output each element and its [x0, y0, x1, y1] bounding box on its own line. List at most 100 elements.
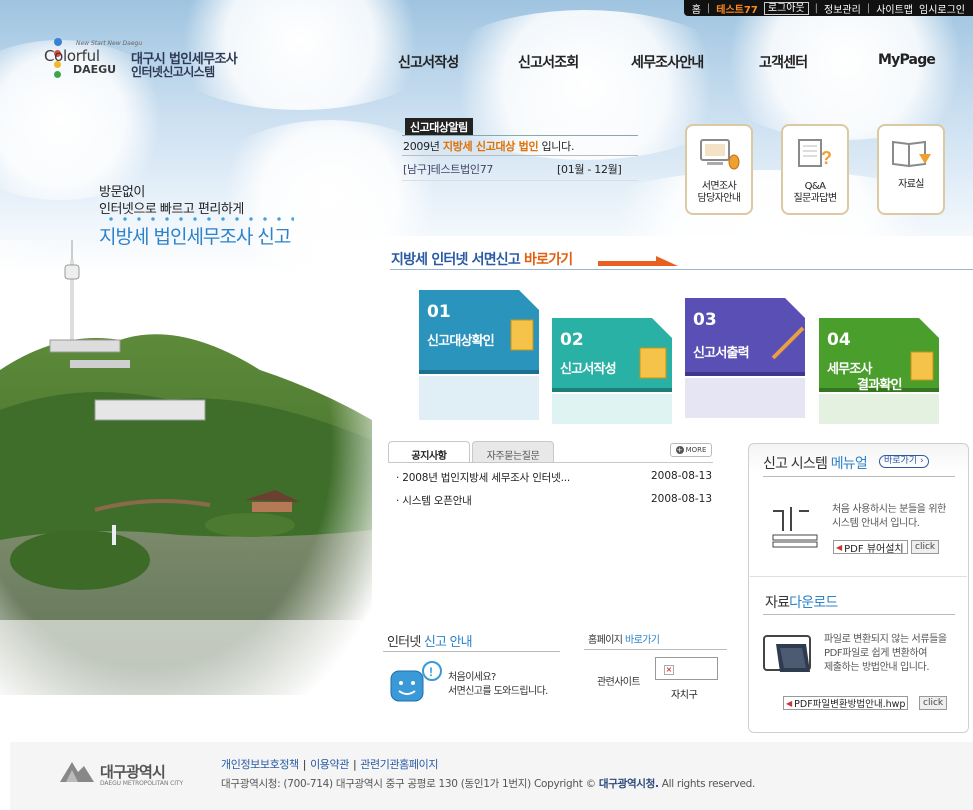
online-title-text: 지방세 인터넷 서면신고: [391, 252, 521, 268]
homepage-title-plain: 홈페이지: [588, 635, 623, 646]
quick-library-button[interactable]: 자료실: [877, 124, 945, 215]
smiley-help-icon[interactable]: !: [389, 661, 443, 703]
divider: [750, 576, 967, 577]
nav-item-lookup[interactable]: 신고서조회: [518, 52, 579, 72]
download-title: 자료다운로드: [765, 592, 838, 612]
download-text: 파일로 변환되지 않는 서류들을 PDF파일로 쉽게 변환하여 제출하는 방법안내 …: [824, 634, 947, 673]
divider: [388, 462, 713, 463]
logo-daegu: DAEGU: [73, 63, 117, 76]
quick-qna-button[interactable]: ? Q&A 질문과답변: [781, 124, 849, 215]
manual-title: 신고 시스템 메뉴얼: [763, 453, 868, 473]
triangle-left-icon: ◀: [786, 698, 793, 708]
step-4-button[interactable]: 04 세무조사 결과확인: [819, 318, 939, 430]
pdf-convert-guide-button[interactable]: ◀ PDF파일변환방법안내.hwp: [783, 696, 909, 710]
step-label: 결과확인: [857, 378, 902, 393]
related-sites-selected: 자치구: [671, 690, 698, 701]
homepage-title-blue: 바로가기: [625, 635, 660, 646]
alarm-period: [01월 - 12월]: [557, 163, 622, 176]
privacy-policy-link[interactable]: 개인정보보호정책: [221, 758, 299, 771]
step-number: 02: [560, 330, 584, 350]
related-sites-label: 관련사이트: [597, 677, 641, 688]
related-orgs-link[interactable]: 관련기관홈페이지: [360, 758, 438, 771]
divider: [402, 135, 638, 136]
step-2-button[interactable]: 02 신고서작성: [552, 318, 672, 430]
homepage-title: 홈페이지 바로가기: [588, 631, 660, 646]
daegu-city-logo-icon: [60, 762, 94, 782]
temp-login-link[interactable]: 임시로그인: [919, 1, 965, 16]
guide-title-plain: 인터넷: [387, 635, 421, 650]
download-title-plain: 자료: [765, 595, 790, 611]
step-1-button[interactable]: 01 신고대상확인: [419, 290, 539, 430]
alarm-suffix: 입니다.: [541, 140, 575, 153]
notice-row[interactable]: · 시스템 오픈안내: [396, 493, 472, 508]
related-sites-select[interactable]: ×: [655, 657, 718, 680]
manual-text: 처음 사용하시는 분들을 위한 시스템 안내서 입니다.: [832, 504, 946, 529]
quick-label: 자료실: [898, 179, 924, 190]
step-number: 04: [827, 330, 851, 350]
divider: [763, 476, 955, 477]
daegu-landscape-image: [0, 240, 372, 695]
nav-item-write[interactable]: 신고서작성: [398, 52, 459, 72]
more-button[interactable]: + MORE: [670, 443, 712, 457]
arrow-right-icon: [598, 256, 678, 266]
tab-notice[interactable]: 공지사항: [388, 441, 470, 463]
click-button[interactable]: click: [911, 540, 940, 554]
sitemap-link[interactable]: 사이트맵: [876, 1, 913, 16]
triangle-left-icon: ◀: [836, 542, 843, 552]
divider: [383, 651, 560, 652]
footer-address-text: 대구광역시청: (700-714) 대구광역시 중구 공평로 130 (동인1가…: [221, 778, 596, 790]
online-go-link[interactable]: 바로가기: [524, 252, 573, 268]
slogan-line3: 지방세 법인세무조사 신고: [99, 226, 291, 248]
plus-icon: +: [675, 446, 684, 454]
page-root: 홈 | 테스트77 로그아웃 | 정보관리 | 사이트맵 임시로그인 New S…: [0, 0, 973, 810]
alarm-tag: 신고대상알림: [405, 118, 473, 136]
step-label: 신고서출력: [693, 346, 750, 361]
monitor-mouse-icon: [700, 139, 740, 170]
step-3-button[interactable]: 03 신고서출력: [685, 298, 805, 430]
book-download-icon: [892, 140, 931, 168]
footer-owner: 대구광역시청.: [598, 778, 659, 790]
alarm-highlight: 지방세 신고대상 법인: [442, 140, 539, 153]
divider: [402, 155, 638, 156]
pdf-convert-label: PDF파일변환방법안내.hwp: [794, 699, 906, 710]
footer-logo-sub: DAEGU METROPOLITAN CITY: [100, 780, 184, 787]
divider: [584, 649, 727, 650]
nav-item-guide[interactable]: 세무조사안내: [631, 52, 704, 72]
manual-go-button[interactable]: 바로가기 ›: [879, 455, 929, 468]
logout-button[interactable]: 로그아웃: [763, 1, 809, 15]
home-link[interactable]: 홈: [692, 1, 701, 16]
top-utility-bar: 홈 | 테스트77 로그아웃 | 정보관리 | 사이트맵 임시로그인: [683, 0, 973, 16]
more-label: MORE: [685, 446, 707, 454]
question-document-icon: ?: [798, 139, 832, 168]
step-label: 신고서작성: [560, 362, 617, 377]
notice-title: 시스템 오픈안내: [402, 495, 472, 507]
user-name: 테스트77: [716, 4, 758, 16]
download-title-blue: 다운로드: [789, 595, 838, 611]
nav-item-customer[interactable]: 고객센터: [759, 52, 808, 72]
pdf-viewer-install-button[interactable]: ◀ PDF 뷰어설치: [833, 540, 908, 555]
svg-text:!: !: [429, 665, 433, 679]
divider: |: [866, 2, 871, 14]
step-label: 신고대상확인: [427, 334, 495, 349]
nav-item-mypage[interactable]: MyPage: [878, 52, 936, 68]
logo-title-line2: 인터넷신고시스템: [131, 65, 215, 79]
footer-links: 개인정보보호정책 | 이용약관 | 관련기관홈페이지: [221, 756, 438, 772]
divider: [763, 614, 955, 615]
notice-row[interactable]: · 2008년 법인지방세 세무조사 인터넷...: [396, 470, 570, 485]
click-button[interactable]: click: [919, 696, 948, 710]
step-number: 03: [693, 310, 717, 330]
quick-contact-button[interactable]: 서면조사 담당자안내: [685, 124, 753, 215]
logo-tagline: New Start New Daegu: [76, 40, 143, 47]
manual-title-plain: 신고 시스템: [763, 456, 828, 472]
divider: [390, 269, 973, 270]
guide-title-blue: 신고 안내: [423, 635, 473, 650]
info-management-link[interactable]: 정보관리: [824, 1, 861, 16]
tab-faq[interactable]: 자주묻는질문: [472, 441, 554, 463]
folder-icon: [763, 635, 811, 672]
logo-dot: [54, 71, 61, 78]
terms-link[interactable]: 이용약관: [310, 758, 349, 771]
manual-books-icon: [772, 507, 818, 548]
resource-panel: [748, 443, 969, 733]
notice-date: 2008-08-13: [651, 470, 713, 482]
alarm-company[interactable]: [남구]테스트법인77: [403, 161, 493, 177]
